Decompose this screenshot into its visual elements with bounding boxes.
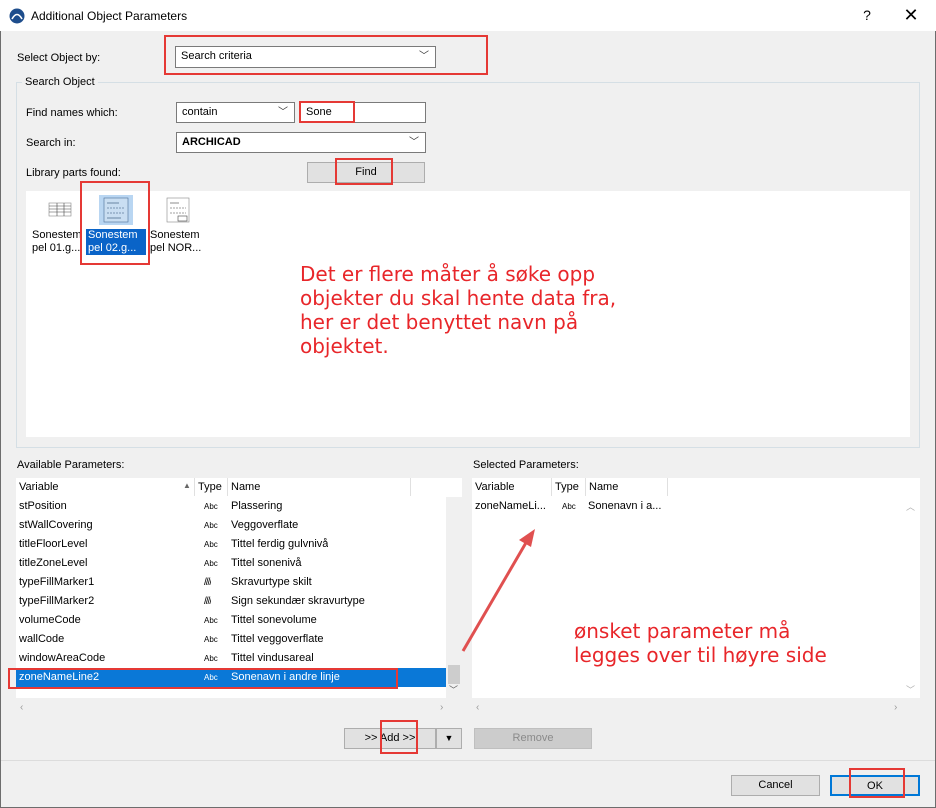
chevron-down-icon: ﹀ (278, 107, 288, 118)
table-row[interactable]: titleZoneLevel Abc Tittel sonenivå (16, 554, 446, 573)
sort-up-icon: ▲ (183, 481, 191, 490)
scroll-right-icon[interactable]: › (894, 702, 897, 713)
library-found-label: Library parts found: (26, 167, 121, 179)
find-mode-dropdown[interactable]: contain ﹀ (176, 102, 295, 123)
search-object-group-label: Search Object (22, 76, 98, 88)
table-row[interactable]: windowAreaCode Abc Tittel vindusareal (16, 649, 446, 668)
scroll-down-icon[interactable]: ﹀ (906, 683, 915, 696)
find-names-label: Find names which: (26, 107, 118, 119)
table-row[interactable]: zoneNameLi... Abc Sonenavn i a... (472, 497, 902, 516)
scroll-right-icon[interactable]: › (440, 702, 443, 713)
remove-button[interactable]: Remove (474, 728, 592, 749)
table-row[interactable]: titleFloorLevel Abc Tittel ferdig gulvni… (16, 535, 446, 554)
column-header-type[interactable]: Type (195, 478, 228, 496)
column-header-type[interactable]: Type (552, 478, 586, 496)
highlight-box (164, 35, 488, 75)
library-part-thumbnail (161, 195, 195, 225)
annotation-arrow (461, 529, 535, 652)
scroll-left-icon[interactable]: ‹ (476, 702, 479, 713)
archicad-app-icon (9, 8, 25, 24)
highlight-box (299, 101, 355, 123)
available-parameters-label: Available Parameters: (17, 459, 125, 471)
search-in-label: Search in: (26, 137, 76, 149)
highlight-box (849, 768, 905, 798)
help-button[interactable]: ? (852, 2, 882, 28)
available-parameters-table: Variable ▲ Type Name stPosition Abc Plas… (16, 478, 462, 698)
find-mode-value: contain (182, 106, 218, 118)
library-part-item[interactable]: Sonestem pel NOR... (148, 195, 208, 255)
window-title: Additional Object Parameters (31, 9, 188, 23)
cancel-button[interactable]: Cancel (731, 775, 820, 796)
table-row[interactable]: wallCode Abc Tittel veggoverflate (16, 630, 446, 649)
column-header-variable[interactable]: Variable (472, 478, 552, 496)
highlight-box (380, 720, 418, 754)
chevron-down-icon: ▼ (444, 733, 454, 743)
highlight-box (335, 158, 393, 185)
select-by-label: Select Object by: (17, 52, 101, 64)
close-button[interactable]: ✕ (896, 2, 926, 28)
footer-divider (0, 760, 936, 761)
highlight-box (8, 668, 398, 689)
highlight-box (80, 181, 150, 265)
add-menu-dropdown[interactable]: ▼ (436, 728, 462, 749)
scrollbar-thumb[interactable] (448, 665, 460, 684)
column-header-name[interactable]: Name (586, 478, 668, 496)
table-row[interactable]: stWallCovering Abc Veggoverflate (16, 516, 446, 535)
chevron-down-icon: ﹀ (409, 137, 419, 148)
search-in-dropdown[interactable]: ARCHICAD ﹀ (176, 132, 426, 153)
table-row[interactable]: stPosition Abc Plassering (16, 497, 446, 516)
scroll-up-icon[interactable]: ︿ (906, 500, 915, 513)
search-in-value: ARCHICAD (182, 136, 241, 148)
scroll-down-icon[interactable]: ﹀ (449, 683, 458, 696)
table-row[interactable]: typeFillMarker2 //// Sign sekundær skrav… (16, 592, 446, 611)
column-header-variable[interactable]: Variable (16, 478, 195, 496)
scroll-left-icon[interactable]: ‹ (20, 702, 23, 713)
column-header-name[interactable]: Name (228, 478, 411, 496)
library-part-label: Sonestem pel NOR... (150, 229, 202, 254)
annotation-bottom: ønsket parameter må legges over til høyr… (574, 619, 827, 667)
table-row[interactable]: typeFillMarker1 //// Skravurtype skilt (16, 573, 446, 592)
annotation-top: Det er flere måter å søke opp objekter d… (300, 262, 617, 358)
library-part-thumbnail (43, 195, 77, 225)
selected-parameters-label: Selected Parameters: (473, 459, 579, 471)
table-row[interactable]: volumeCode Abc Tittel sonevolume (16, 611, 446, 630)
